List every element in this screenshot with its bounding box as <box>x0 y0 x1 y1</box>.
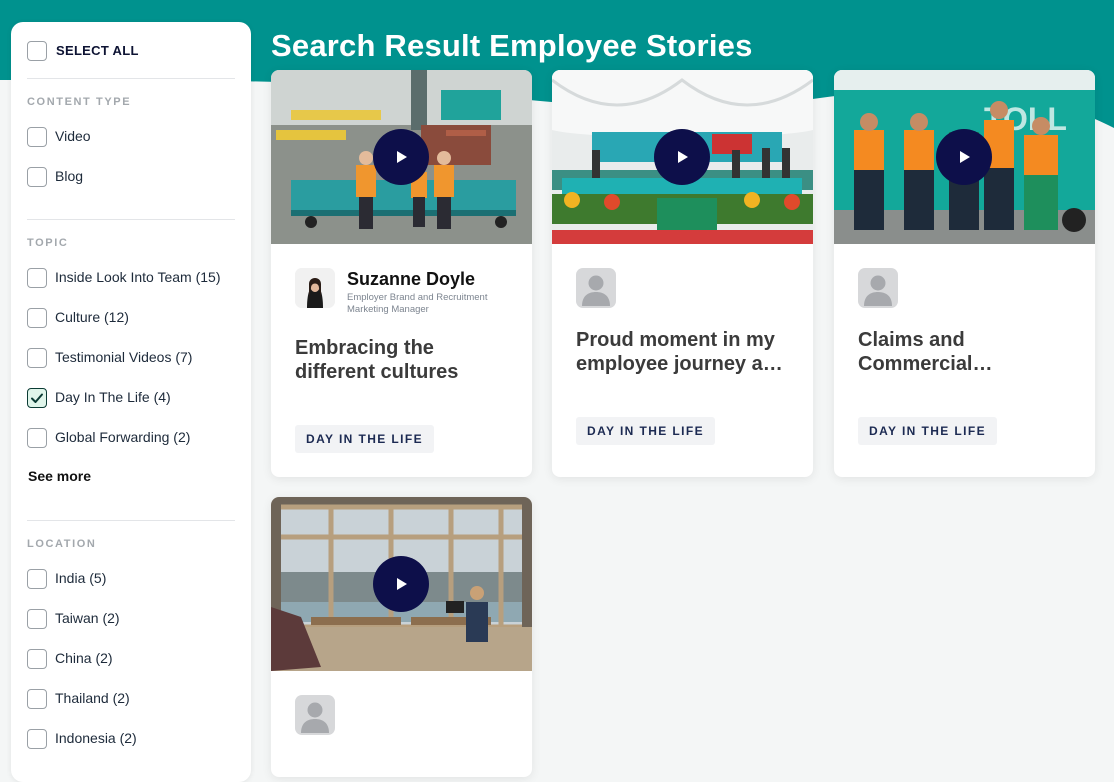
avatar-placeholder-icon <box>295 695 335 735</box>
filter-indonesia-label[interactable]: Indonesia (2) <box>55 730 137 746</box>
story-title[interactable]: Proud moment in my employee journey a… <box>576 328 796 376</box>
play-icon <box>397 578 407 590</box>
filter-taiwan-checkbox[interactable] <box>27 609 47 629</box>
play-button[interactable] <box>373 129 429 185</box>
filter-day-in-life-label[interactable]: Day In The Life (4) <box>55 389 171 405</box>
story-title[interactable]: Claims and Commercial… <box>858 328 1058 376</box>
filter-blog-label[interactable]: Blog <box>55 168 83 184</box>
filter-culture-checkbox[interactable] <box>27 308 47 328</box>
play-button[interactable] <box>654 129 710 185</box>
select-all-checkbox[interactable] <box>27 41 47 61</box>
filter-taiwan-label[interactable]: Taiwan (2) <box>55 610 120 626</box>
story-card[interactable] <box>271 497 532 777</box>
avatar <box>295 268 335 308</box>
story-thumbnail[interactable] <box>271 497 532 671</box>
select-all-label[interactable]: SELECT ALL <box>56 43 139 58</box>
filter-day-in-life-checkbox[interactable] <box>27 388 47 408</box>
story-tag[interactable]: DAY IN THE LIFE <box>858 417 998 445</box>
author-name: Suzanne Doyle <box>347 269 476 289</box>
divider <box>27 520 235 521</box>
filter-china-checkbox[interactable] <box>27 649 47 669</box>
filter-thailand-checkbox[interactable] <box>27 689 47 709</box>
story-card[interactable]: TOLL Claims and Commercial… DAY IN THE L… <box>834 70 1095 477</box>
filter-global-forwarding-checkbox[interactable] <box>27 428 47 448</box>
story-thumbnail[interactable] <box>271 70 532 244</box>
location-heading: LOCATION <box>27 538 97 550</box>
play-icon <box>397 151 407 163</box>
avatar-placeholder-icon <box>576 268 616 308</box>
avatar-placeholder-icon <box>858 268 898 308</box>
filter-global-forwarding-label[interactable]: Global Forwarding (2) <box>55 429 190 445</box>
play-icon <box>960 151 970 163</box>
story-card[interactable]: Suzanne Doyle Employer Brand and Recruit… <box>271 70 532 477</box>
story-tag[interactable]: DAY IN THE LIFE <box>576 417 716 445</box>
filter-testimonial-label[interactable]: Testimonial Videos (7) <box>55 349 192 365</box>
filter-culture-label[interactable]: Culture (12) <box>55 309 129 325</box>
story-thumbnail[interactable] <box>552 70 813 244</box>
filter-india-label[interactable]: India (5) <box>55 570 106 586</box>
story-card[interactable]: Proud moment in my employee journey a… D… <box>552 70 813 477</box>
play-icon <box>678 151 688 163</box>
filter-india-checkbox[interactable] <box>27 569 47 589</box>
filter-inside-look-checkbox[interactable] <box>27 268 47 288</box>
story-thumbnail[interactable]: TOLL <box>834 70 1095 244</box>
see-more-link[interactable]: See more <box>28 468 91 484</box>
filter-sidebar: SELECT ALL CONTENT TYPE Video Blog TOPIC… <box>11 22 251 782</box>
filter-video-checkbox[interactable] <box>27 127 47 147</box>
filter-blog-checkbox[interactable] <box>27 167 47 187</box>
play-button[interactable] <box>936 129 992 185</box>
filter-testimonial-checkbox[interactable] <box>27 348 47 368</box>
play-button[interactable] <box>373 556 429 612</box>
topic-heading: TOPIC <box>27 237 69 249</box>
checkmark-icon <box>31 393 43 403</box>
divider <box>27 219 235 220</box>
filter-inside-look-label[interactable]: Inside Look Into Team (15) <box>55 269 221 285</box>
filter-thailand-label[interactable]: Thailand (2) <box>55 690 130 706</box>
filter-video-label[interactable]: Video <box>55 128 91 144</box>
filter-china-label[interactable]: China (2) <box>55 650 113 666</box>
story-title[interactable]: Embracing the different cultures <box>295 336 515 384</box>
filter-indonesia-checkbox[interactable] <box>27 729 47 749</box>
divider <box>27 78 235 79</box>
story-tag[interactable]: DAY IN THE LIFE <box>295 425 435 453</box>
page-title: Search Result Employee Stories <box>271 28 753 63</box>
author-role: Employer Brand and Recruitment Marketing… <box>347 292 488 315</box>
content-type-heading: CONTENT TYPE <box>27 96 132 108</box>
